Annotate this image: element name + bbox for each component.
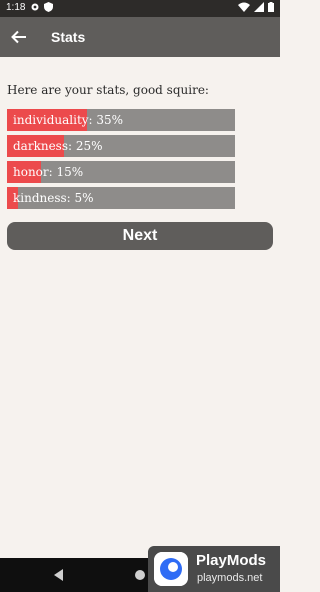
stat-bar-darkness: darkness: 25% (7, 135, 235, 157)
app-bar: Stats (0, 17, 280, 57)
shield-icon (44, 2, 53, 12)
wifi-icon (238, 2, 250, 12)
page-title: Stats (51, 29, 86, 45)
stat-label-honor: honor: 15% (13, 165, 84, 179)
next-button[interactable]: Next (7, 222, 273, 250)
intro-text: Here are your stats, good squire: (7, 83, 209, 97)
watermark-url: playmods.net (197, 572, 263, 584)
back-arrow-icon[interactable] (10, 28, 28, 46)
nav-back-icon[interactable] (52, 568, 64, 582)
stat-label-kindness: kindness: 5% (13, 191, 94, 205)
stat-label-individuality: individuality: 35% (13, 113, 124, 127)
status-time: 1:18 (6, 2, 26, 13)
watermark: PlayMods playmods.net (148, 546, 280, 592)
nav-home-icon[interactable] (135, 570, 145, 580)
watermark-title: PlayMods (196, 552, 267, 569)
settings-icon (31, 3, 39, 11)
stat-bar-kindness: kindness: 5% (7, 187, 235, 209)
stat-bar-honor: honor: 15% (7, 161, 235, 183)
stat-bar-individuality: individuality: 35% (7, 109, 235, 131)
playmods-logo-icon (154, 552, 188, 586)
signal-icon (254, 2, 264, 12)
stat-label-darkness: darkness: 25% (13, 139, 103, 153)
battery-icon (268, 2, 274, 12)
status-bar: 1:18 (0, 0, 280, 17)
